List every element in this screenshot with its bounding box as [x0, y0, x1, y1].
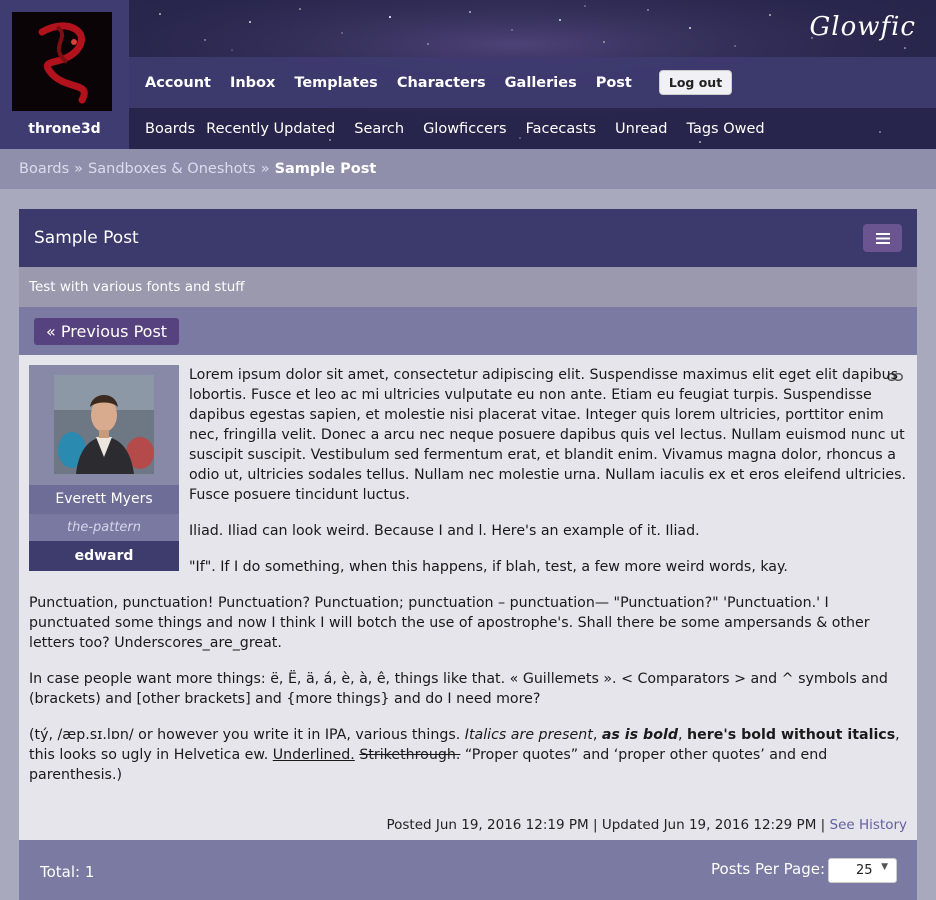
nav-inbox[interactable]: Inbox: [230, 75, 275, 91]
post-paragraph-formatted: (tý, /æp.sɪ.lɒn/ or however you write it…: [29, 725, 907, 785]
secondary-nav: Boards Recently Updated Search Glowficce…: [129, 108, 936, 149]
site-header: throne3d Glowfic Account Inbox Templates…: [0, 0, 936, 149]
post-description-bar: Test with various fonts and stuff: [19, 267, 917, 307]
post-navigation-bar: « Previous Post: [19, 307, 917, 355]
breadcrumb-board-section[interactable]: Sandboxes & Oneshots: [88, 161, 256, 177]
post-description: Test with various fonts and stuff: [29, 279, 245, 295]
post-paragraph: In case people want more things: ë, Ë, ä…: [29, 671, 888, 707]
italic-text: Italics are present: [464, 727, 593, 743]
card-spacer: [29, 365, 189, 579]
post-container: Sample Post Test with various fonts and …: [19, 209, 917, 900]
nav-recently-updated[interactable]: Recently Updated: [206, 121, 335, 137]
footer-separator: |: [820, 817, 826, 833]
plain-text: ,: [677, 727, 688, 743]
nav-galleries[interactable]: Galleries: [505, 75, 577, 91]
nav-search[interactable]: Search: [354, 121, 404, 137]
nav-boards[interactable]: Boards: [145, 121, 195, 137]
post-title-bar: Sample Post: [19, 209, 917, 267]
post-footer: Posted Jun 19, 2016 12:19 PM | Updated J…: [386, 817, 907, 833]
breadcrumb-boards[interactable]: Boards: [19, 161, 69, 177]
post-title: Sample Post: [34, 228, 139, 248]
breadcrumb: Boards » Sandboxes & Oneshots » Sample P…: [0, 149, 936, 189]
nav-characters[interactable]: Characters: [397, 75, 486, 91]
footer-separator: |: [592, 817, 598, 833]
updated-timestamp: Updated Jun 19, 2016 12:29 PM: [601, 817, 817, 833]
plain-text: ,: [592, 727, 602, 743]
see-history-link[interactable]: See History: [830, 817, 908, 833]
plain-text: (tý, /æp.sɪ.lɒn/ or however you write it…: [29, 727, 465, 743]
site-logo[interactable]: Glowfic: [810, 12, 917, 42]
post-menu-button[interactable]: [863, 224, 902, 252]
post-body: Lorem ipsum dolor sit amet, consectetur …: [29, 365, 907, 801]
bold-text: here's bold without italics: [687, 727, 896, 743]
main-nav: Account Inbox Templates Characters Galle…: [129, 57, 936, 108]
dragon-avatar-icon: [12, 12, 112, 111]
user-panel: throne3d: [0, 0, 129, 149]
username[interactable]: throne3d: [0, 121, 129, 137]
breadcrumb-current: Sample Post: [274, 161, 377, 177]
nav-templates[interactable]: Templates: [294, 75, 377, 91]
bold-italic-text: as is bold: [601, 727, 678, 743]
chevron-down-icon: ▼: [881, 862, 888, 872]
hamburger-icon: [875, 232, 890, 244]
logout-button[interactable]: Log out: [658, 70, 733, 95]
previous-post-button[interactable]: « Previous Post: [34, 318, 180, 345]
breadcrumb-separator: »: [74, 161, 84, 177]
nav-post[interactable]: Post: [596, 75, 632, 91]
nav-glowficcers[interactable]: Glowficcers: [423, 121, 507, 137]
nav-tags-owed[interactable]: Tags Owed: [687, 121, 765, 137]
nav-unread[interactable]: Unread: [615, 121, 667, 137]
per-page-select[interactable]: 25 ▼: [828, 858, 897, 883]
nav-facecasts[interactable]: Facecasts: [526, 121, 596, 137]
user-avatar[interactable]: [12, 12, 112, 111]
per-page-label: Posts Per Page:: [711, 860, 826, 878]
breadcrumb-separator: »: [260, 161, 270, 177]
post-paragraph: Punctuation, punctuation! Punctuation? P…: [29, 595, 870, 651]
pagination-bar: Total: 1 Posts Per Page: 25 ▼: [19, 840, 917, 900]
underlined-text: Underlined.: [272, 747, 355, 763]
nav-account[interactable]: Account: [145, 75, 211, 91]
strikethrough-text: Strikethrough.: [359, 747, 461, 763]
per-page-value: 25: [856, 863, 873, 878]
posted-timestamp: Posted Jun 19, 2016 12:19 PM: [386, 817, 589, 833]
total-count: Total: 1: [40, 863, 95, 881]
